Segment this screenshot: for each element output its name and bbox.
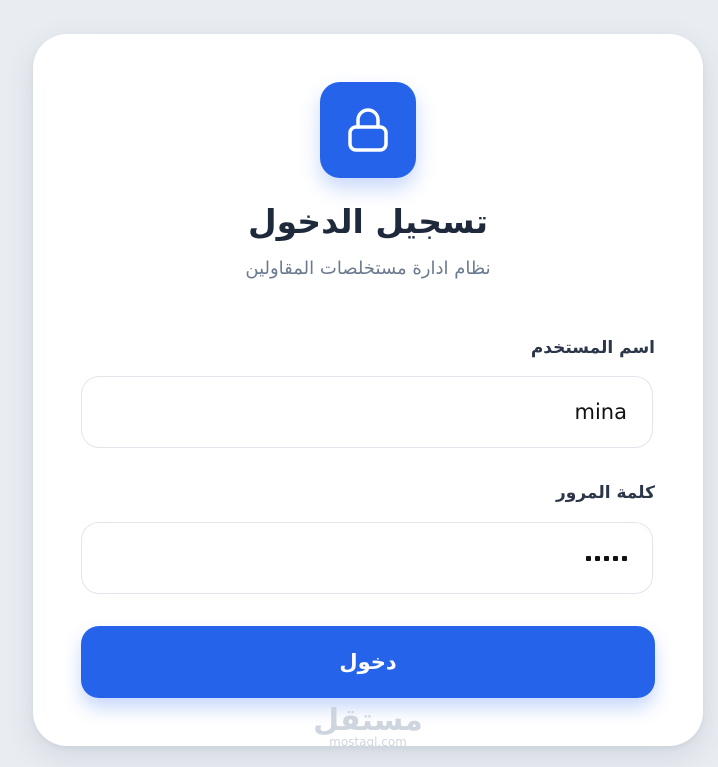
- username-value: mina: [574, 400, 627, 424]
- watermark-latin: mostaql.com: [329, 735, 407, 749]
- lock-icon: [348, 108, 388, 152]
- password-input[interactable]: [81, 522, 653, 594]
- page-subtitle: نظام ادارة مستخلصات المقاولين: [245, 258, 491, 279]
- password-label: كلمة المرور: [556, 483, 655, 503]
- login-card: تسجيل الدخول نظام ادارة مستخلصات المقاول…: [33, 34, 703, 749]
- username-input[interactable]: mina: [81, 376, 653, 448]
- watermark-logo: مستقل mostaql.com: [33, 703, 703, 749]
- password-mask: [586, 555, 627, 561]
- page-title: تسجيل الدخول: [247, 202, 489, 241]
- watermark-arabic: مستقل: [313, 703, 423, 738]
- lock-icon-box: [320, 82, 416, 178]
- login-button[interactable]: دخول: [81, 626, 655, 698]
- username-label: اسم المستخدم: [530, 338, 655, 358]
